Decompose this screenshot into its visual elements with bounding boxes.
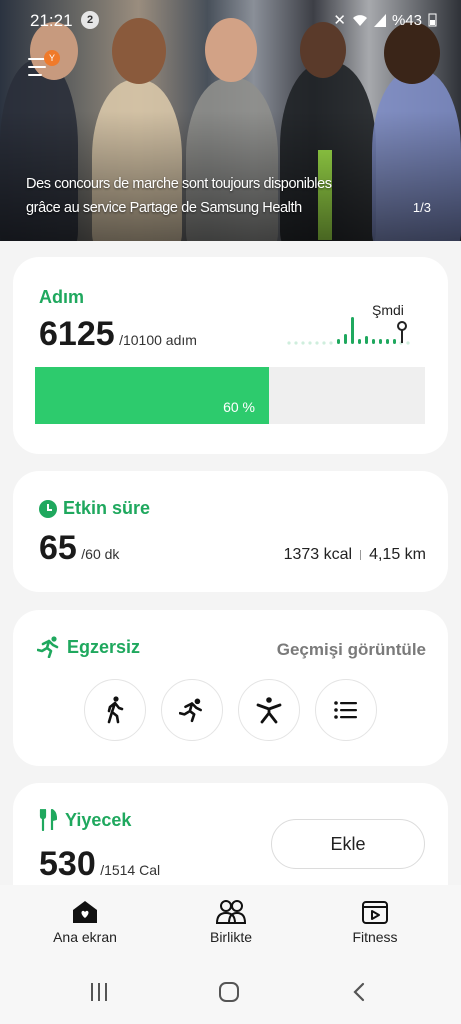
active-goal: /60 dk: [81, 546, 120, 562]
food-goal: /1514 Cal: [100, 862, 161, 878]
active-stats: 1373 kcal 4,15 km: [284, 546, 426, 564]
nav-together[interactable]: Birlikte: [176, 899, 286, 945]
running-icon: [37, 636, 59, 658]
system-nav-bar: [0, 965, 461, 1024]
battery-icon: [428, 13, 437, 27]
steps-count: 6125: [39, 315, 115, 353]
back-icon: [353, 982, 365, 1002]
steps-progress-label: 60 %: [223, 399, 255, 415]
steps-value-row: 6125 /10100 adım: [39, 315, 197, 354]
active-time-value-row: 65 /60 dk: [39, 529, 119, 568]
status-indicators: ✕ %43: [333, 11, 437, 29]
steps-goal: /10100 adım: [119, 332, 197, 348]
battery-percent: %43: [391, 11, 422, 29]
workout-button[interactable]: [238, 679, 300, 741]
cutlery-icon: [39, 809, 57, 831]
nav-home[interactable]: Ana ekran: [30, 899, 140, 945]
people-icon: [215, 900, 247, 924]
nav-home-label: Ana ekran: [53, 929, 117, 945]
active-time-header: Etkin süre: [39, 498, 150, 519]
home-icon: [73, 901, 97, 923]
hero-caption: Des concours de marche sont toujours dis…: [26, 172, 386, 220]
food-calories: 530: [39, 845, 96, 883]
food-title: Yiyecek: [65, 809, 132, 830]
walking-icon: [107, 696, 124, 724]
active-minutes: 65: [39, 529, 77, 567]
nav-fitness-label: Fitness: [352, 929, 398, 945]
food-value-row: 530 /1514 Cal: [39, 845, 160, 884]
calories-value: 1373 kcal: [283, 546, 353, 563]
bottom-nav: Ana ekran Birlikte Fitness: [0, 885, 461, 965]
signal-icon: [373, 13, 386, 27]
home-button[interactable]: [217, 981, 247, 1005]
running-icon: [179, 698, 202, 723]
clock-icon: [39, 499, 57, 518]
running-button[interactable]: [161, 679, 223, 741]
nav-fitness[interactable]: Fitness: [320, 899, 430, 945]
walking-button[interactable]: [84, 679, 146, 741]
status-time: 21:21: [30, 11, 73, 30]
food-header: Yiyecek: [39, 809, 131, 831]
steps-card[interactable]: Adım 6125 /10100 adım 60 %: [13, 257, 448, 454]
notification-count-badge: 2: [81, 11, 99, 29]
home-square-icon: [219, 982, 239, 1002]
more-exercises-button[interactable]: [315, 679, 377, 741]
hero-pager: 1/3: [412, 200, 431, 215]
workout-icon: [256, 697, 282, 724]
steps-sparkline: [287, 317, 410, 345]
distance-value: 4,15 km: [369, 546, 426, 563]
now-label: Şmdi: [372, 302, 404, 318]
add-food-button[interactable]: Ekle: [271, 819, 425, 869]
steps-progress-fill: 60 %: [35, 367, 269, 424]
fitness-video-icon: [362, 901, 388, 924]
status-bar: 21:21 2 ✕ %43: [0, 8, 461, 34]
steps-progress-bar: 60 %: [35, 367, 425, 424]
recent-apps-icon: [91, 983, 107, 1001]
list-icon: [334, 701, 357, 719]
view-history-link[interactable]: Geçmişi görüntüle: [277, 640, 426, 660]
menu-badge: Y: [44, 50, 60, 66]
wifi-icon: [352, 14, 367, 26]
exercise-card: Egzersiz Geçmişi görüntüle: [13, 610, 448, 766]
exercise-header: Egzersiz: [37, 636, 140, 658]
hero-caption-line: grâce au service Partage de Samsung Heal…: [26, 200, 302, 216]
steps-title: Adım: [39, 287, 84, 307]
active-time-title: Etkin süre: [63, 498, 151, 518]
hero-banner[interactable]: 21:21 2 ✕ %43 Y Des concours de marche s…: [0, 0, 461, 241]
nav-together-label: Birlikte: [209, 929, 252, 945]
mute-icon: ✕: [333, 12, 346, 29]
stats-divider: [360, 550, 362, 560]
exercise-title: Egzersiz: [67, 636, 141, 657]
hero-caption-line: Des concours de marche sont toujours dis…: [26, 176, 332, 192]
recent-apps-button[interactable]: [88, 981, 118, 1005]
active-time-card[interactable]: Etkin süre 65 /60 dk 1373 kcal 4,15 km: [13, 471, 448, 592]
back-button[interactable]: [348, 981, 378, 1005]
